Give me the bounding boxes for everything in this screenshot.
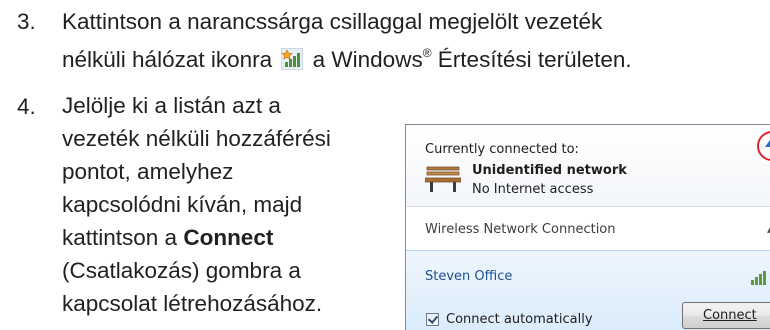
step-4-line: vezeték nélküli hozzáférési: [62, 126, 331, 151]
bench-network-icon: [425, 166, 461, 192]
signal-strength-icon: [751, 271, 766, 285]
currently-connected-label: Currently connected to:: [425, 142, 579, 157]
step-4-line: (Csatlakozás) gombra a: [62, 258, 301, 283]
step-3-line-2: nélküli hálózat ikonra a Windows® Értesí…: [62, 42, 632, 77]
step-4-text: Jelölje ki a listán azt a vezeték nélkül…: [62, 89, 402, 320]
step-3-number: 3.: [17, 9, 36, 34]
step-4-line-start: kattintson a: [62, 225, 184, 250]
network-name: Unidentified network: [472, 163, 627, 178]
step-4-line: kapcsolódni kíván, majd: [62, 192, 303, 217]
step-3-line-2-start: nélküli hálózat ikonra: [62, 47, 273, 72]
connect-button-label[interactable]: Connect: [703, 308, 757, 323]
registered-mark: ®: [422, 46, 432, 60]
network-ssid[interactable]: Steven Office: [425, 269, 512, 284]
auto-connect-label[interactable]: Connect automatically: [446, 312, 593, 327]
step-4-line-with-bold: kattintson a Connect: [62, 221, 402, 254]
connect-keyword: Connect: [183, 225, 274, 250]
network-popup: Currently connected to: Unidentified net…: [405, 124, 770, 330]
wireless-network-star-icon: [281, 48, 304, 70]
step-4-line: kapcsolat létrehozásához.: [62, 291, 323, 316]
step-4-number: 4.: [17, 94, 36, 119]
network-status: No Internet access: [472, 182, 594, 197]
auto-connect-checkbox[interactable]: [426, 312, 439, 326]
step-4-line: pontot, amelyhez: [62, 159, 234, 184]
step-4-line: Jelölje ki a listán azt a: [62, 93, 281, 118]
auto-connect-row[interactable]: Connect automatically: [426, 310, 593, 328]
step-3-line-1: Kattintson a narancssárga csillaggal meg…: [62, 9, 603, 34]
network-list-item-selected[interactable]: Steven Office Connect automatically Conn…: [406, 250, 770, 330]
connect-button[interactable]: Connect: [682, 302, 770, 329]
step-3-line-2-end: Értesítési területen.: [431, 47, 632, 72]
step-3-line-2-middle: a Windows: [312, 47, 423, 72]
refresh-arrow-icon[interactable]: [765, 140, 770, 147]
divider: [406, 206, 770, 207]
section-label: Wireless Network Connection: [425, 222, 616, 237]
